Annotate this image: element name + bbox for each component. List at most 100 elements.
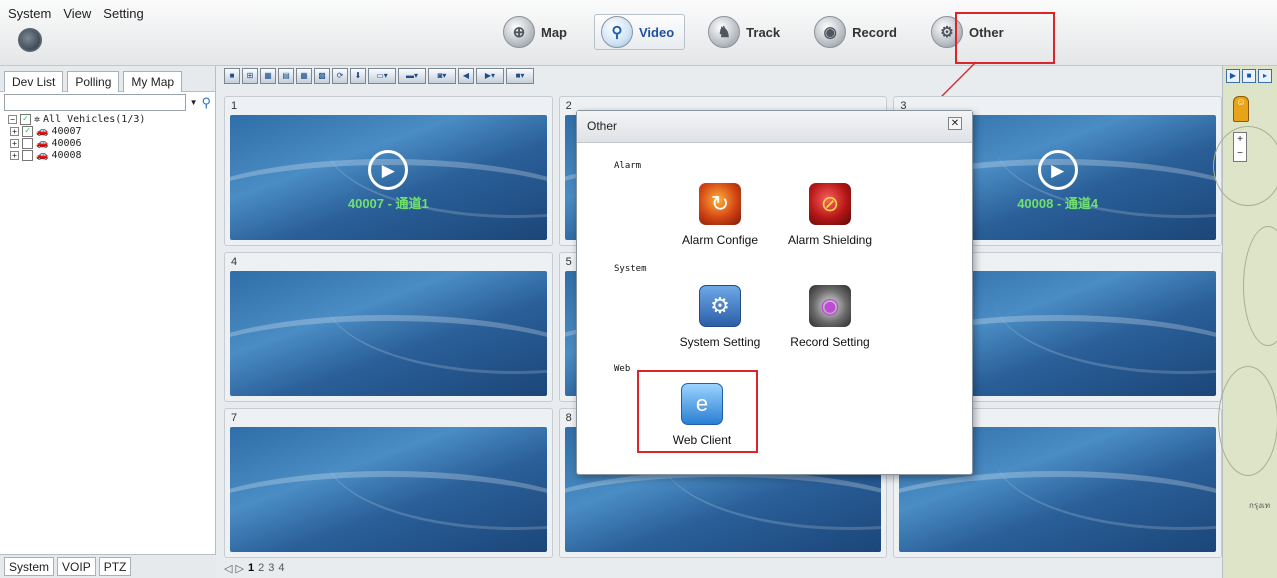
pegman-icon[interactable]: ☺ xyxy=(1233,96,1249,122)
download-icon[interactable]: ⬇ xyxy=(350,68,366,84)
volume-icon[interactable]: ◀ xyxy=(458,68,474,84)
car-gray-icon: 🚗 xyxy=(36,149,49,161)
map-play-icon[interactable]: ▶ xyxy=(1226,69,1240,83)
left-tabs: Dev List Polling My Map xyxy=(0,66,215,92)
alarm-config-item[interactable]: ↻ Alarm Confige xyxy=(665,183,775,247)
gear-icon: ✲ xyxy=(34,113,41,125)
alarm-shielding-label: Alarm Shielding xyxy=(787,233,873,247)
channel-caption: 40007 - 通道1 xyxy=(347,195,429,211)
search-icon[interactable]: ⚲ xyxy=(201,95,211,111)
system-setting-icon: ⚙ xyxy=(699,285,741,327)
search-row: ▼ ⚲ xyxy=(0,92,215,113)
tab-dev-list[interactable]: Dev List xyxy=(4,71,64,92)
dialog-header: Other ✕ xyxy=(577,111,972,143)
record-setting-item[interactable]: ◉ Record Setting xyxy=(775,285,885,349)
map-panel[interactable]: ▶ ■ ▸ ☺ + − กรุงเท xyxy=(1213,66,1277,578)
menu-bar: System View Setting xyxy=(8,6,144,21)
play-dropdown-icon[interactable]: ▶▾ xyxy=(476,68,504,84)
nav-record-button[interactable]: ◉ Record xyxy=(807,14,908,50)
tab-my-map[interactable]: My Map xyxy=(123,71,183,92)
vehicle-checkbox[interactable]: ✓ xyxy=(22,125,33,137)
video-toolbar: ■ ⊞ ▦ ▤ ▦ ▩ ⟳ ⬇ ▭▾ ▬▾ ◙▾ ◀ ▶▾ ■▾ xyxy=(224,67,534,85)
alarm-shielding-item[interactable]: ⊘ Alarm Shielding xyxy=(775,183,885,247)
tab-system[interactable]: System xyxy=(4,557,55,576)
left-panel: Dev List Polling My Map ▼ ⚲ − ✓ ✲ All Ve… xyxy=(0,66,216,578)
map-more-icon[interactable]: ▸ xyxy=(1258,69,1272,83)
stop-dropdown-icon[interactable]: ■▾ xyxy=(506,68,534,84)
video-cell[interactable]: 7 xyxy=(224,408,553,558)
vehicle-label: 40006 xyxy=(51,137,82,149)
page-tab-2[interactable]: 2 xyxy=(258,562,264,575)
play-icon[interactable]: ▶ xyxy=(1037,149,1078,190)
tree-root-label: All Vehicles(1/3) xyxy=(43,113,146,125)
search-input[interactable] xyxy=(4,94,186,111)
record-setting-label: Record Setting xyxy=(790,335,870,349)
page-tab-3[interactable]: 3 xyxy=(268,562,274,575)
window-dropdown-icon[interactable]: ▬▾ xyxy=(398,68,426,84)
vehicle-checkbox[interactable] xyxy=(22,149,33,161)
fullscreen-dropdown-icon[interactable]: ▭▾ xyxy=(368,68,396,84)
tab-ptz[interactable]: PTZ xyxy=(98,557,132,576)
car-red-icon: 🚗 xyxy=(36,125,49,137)
cell-number: 2 xyxy=(565,100,572,112)
top-bar: System View Setting ⊕ Map ⚲ Video ♞ Trac… xyxy=(0,0,1277,66)
video-area[interactable] xyxy=(230,427,547,552)
nav-video-button[interactable]: ⚲ Video xyxy=(594,14,686,50)
video-cell[interactable]: 1 ▶ 40007 - 通道1 xyxy=(224,96,553,246)
cell-number: 4 xyxy=(231,256,238,268)
expand-icon[interactable]: + xyxy=(10,138,19,148)
expand-icon[interactable]: + xyxy=(10,126,19,136)
nav-map-button[interactable]: ⊕ Map xyxy=(496,14,578,50)
refresh-icon[interactable]: ⟳ xyxy=(332,68,348,84)
record-icon: ◉ xyxy=(814,16,847,48)
layout-4-icon[interactable]: ⊞ xyxy=(242,68,258,84)
video-area[interactable]: ▶ 40007 - 通道1 xyxy=(230,115,547,240)
other-dialog: Other ✕ Alarm ↻ Alarm Confige ⊘ Alarm Sh… xyxy=(576,110,973,475)
main-nav: ⊕ Map ⚲ Video ♞ Track ◉ Record ⚙ Other xyxy=(496,14,1015,50)
system-setting-item[interactable]: ⚙ System Setting xyxy=(665,285,775,349)
snapshot-dropdown-icon[interactable]: ◙▾ xyxy=(428,68,456,84)
map-toolbar: ▶ ■ ▸ xyxy=(1223,66,1277,86)
page-nav-arrows[interactable]: ◁ ▷ xyxy=(224,562,244,575)
layout-1-icon[interactable]: ■ xyxy=(224,68,240,84)
menu-view[interactable]: View xyxy=(63,6,91,21)
play-icon[interactable]: ▶ xyxy=(368,149,409,190)
channel-caption: 40008 - 通道4 xyxy=(1017,195,1099,211)
zoom-control[interactable]: + − xyxy=(1233,132,1247,162)
tab-polling[interactable]: Polling xyxy=(67,71,120,92)
map-icon: ⊕ xyxy=(503,16,535,48)
layout-16-icon[interactable]: ▩ xyxy=(314,68,330,84)
app-logo xyxy=(18,28,42,52)
page-tab-4[interactable]: 4 xyxy=(278,562,284,575)
cell-number: 1 xyxy=(231,100,238,112)
tab-voip[interactable]: VOIP xyxy=(57,557,96,576)
vehicle-checkbox[interactable] xyxy=(22,137,33,149)
close-icon[interactable]: ✕ xyxy=(948,117,962,130)
nav-track-label: Track xyxy=(746,24,781,40)
map-stop-icon[interactable]: ■ xyxy=(1242,69,1256,83)
web-client-highlight-box xyxy=(637,370,758,453)
vehicle-tree: − ✓ ✲ All Vehicles(1/3) + ✓ 🚗 40007 + 🚗 … xyxy=(0,113,215,161)
nav-track-button[interactable]: ♞ Track xyxy=(701,14,791,50)
tree-root[interactable]: − ✓ ✲ All Vehicles(1/3) xyxy=(8,113,215,125)
video-cell[interactable]: 4 xyxy=(224,252,553,402)
other-highlight-box xyxy=(955,12,1055,64)
alarm-config-icon: ↻ xyxy=(699,183,741,225)
expand-icon[interactable]: + xyxy=(10,150,19,160)
menu-system[interactable]: System xyxy=(8,6,51,21)
page-tabs: ◁ ▷ 1 2 3 4 xyxy=(224,562,284,575)
page-tab-1[interactable]: 1 xyxy=(248,562,254,575)
collapse-icon[interactable]: − xyxy=(8,114,17,124)
vehicle-row[interactable]: + 🚗 40006 xyxy=(8,137,215,149)
layout-9-icon[interactable]: ▦ xyxy=(296,68,312,84)
section-web: Web xyxy=(614,364,631,374)
chevron-down-icon[interactable]: ▼ xyxy=(189,98,199,108)
root-checkbox[interactable]: ✓ xyxy=(20,113,31,125)
menu-setting[interactable]: Setting xyxy=(103,6,143,21)
layout-6-icon[interactable]: ▦ xyxy=(260,68,276,84)
vehicle-row[interactable]: + 🚗 40008 xyxy=(8,149,215,161)
video-area[interactable] xyxy=(230,271,547,396)
vehicle-row[interactable]: + ✓ 🚗 40007 xyxy=(8,125,215,137)
cell-number: 8 xyxy=(565,412,572,424)
layout-8-icon[interactable]: ▤ xyxy=(278,68,294,84)
